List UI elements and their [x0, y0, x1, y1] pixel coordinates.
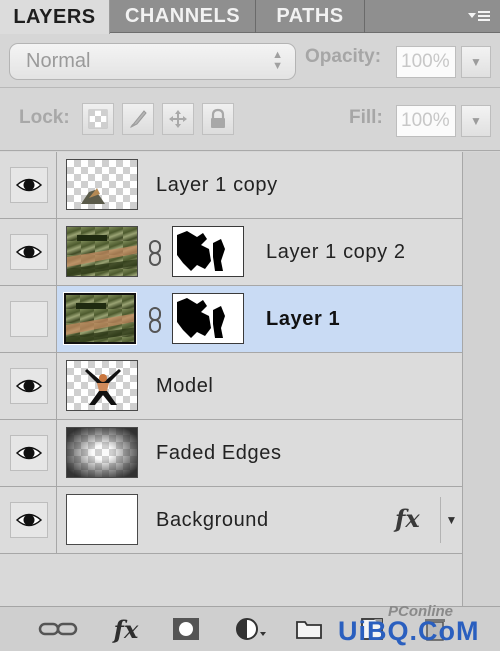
tab-layers[interactable]: LAYERS	[0, 0, 110, 34]
eye-icon	[15, 379, 43, 393]
layer-name[interactable]: Layer 1 copy	[156, 174, 278, 197]
layer-row-layer-1-copy[interactable]: Layer 1 copy	[0, 152, 462, 219]
layer-thumbnail[interactable]	[66, 226, 138, 277]
layer-thumbnail[interactable]	[66, 427, 138, 478]
chevron-down-icon: ▼	[470, 114, 482, 128]
new-group-button[interactable]	[292, 613, 326, 645]
visibility-cell	[0, 487, 57, 553]
lock-all-button[interactable]	[202, 103, 234, 135]
layer-thumbnail[interactable]	[66, 360, 138, 411]
chevron-down-icon: ▼	[470, 55, 482, 69]
chevron-down-icon: ▼	[445, 513, 458, 527]
blend-mode-value: Normal	[26, 50, 91, 72]
layer-thumbnail[interactable]	[66, 494, 138, 545]
eye-icon	[15, 446, 43, 460]
layer-name[interactable]: Layer 1	[266, 308, 340, 331]
visibility-cell	[0, 420, 57, 486]
lock-image-pixels-button[interactable]	[122, 103, 154, 135]
layer-mask-thumbnail[interactable]	[172, 293, 244, 344]
layer-style-button[interactable]: fx	[104, 613, 148, 645]
blend-options-row: Normal ▲ ▼ Opacity: 100% ▼	[0, 34, 500, 88]
blend-mode-select[interactable]: Normal ▲ ▼	[9, 43, 296, 80]
visibility-toggle[interactable]	[10, 368, 48, 404]
adjustment-layer-button[interactable]	[230, 613, 272, 645]
lock-transparent-pixels-icon	[88, 109, 108, 129]
visibility-toggle[interactable]	[10, 502, 48, 538]
link-layers-icon	[38, 622, 78, 636]
eye-icon	[15, 178, 43, 192]
updown-arrows-icon: ▲ ▼	[272, 49, 283, 72]
layer-style-icon: fx	[113, 614, 139, 644]
adjustment-layer-icon	[236, 618, 266, 640]
layer-thumbnail[interactable]	[66, 159, 138, 210]
layers-list: Layer 1 copy Layer 1 copy 2 Layer 1 Mode…	[0, 152, 500, 606]
visibility-cell	[0, 286, 57, 352]
layer-row-model[interactable]: Model	[0, 353, 462, 420]
lock-options-row: Lock: Fill: 100% ▼	[0, 89, 500, 151]
effects-expand-toggle[interactable]: ▼	[440, 497, 462, 543]
panel-tab-bar: LAYERS CHANNELS PATHS	[0, 0, 500, 34]
lock-label: Lock:	[19, 107, 70, 128]
opacity-label: Opacity:	[305, 46, 382, 67]
visibility-toggle[interactable]	[10, 301, 48, 337]
eye-icon	[15, 513, 43, 527]
tab-paths[interactable]: PATHS	[256, 0, 365, 33]
layer-row-background[interactable]: Background fx ▼	[0, 487, 462, 554]
new-group-icon	[296, 621, 322, 639]
mask-link-icon[interactable]	[147, 306, 163, 334]
lock-all-icon	[211, 108, 225, 128]
layer-effects-badge[interactable]: fx	[395, 504, 420, 533]
layer-row-faded-edges[interactable]: Faded Edges	[0, 420, 462, 487]
opacity-field[interactable]: 100%	[396, 46, 456, 78]
link-layers-button[interactable]	[36, 613, 80, 645]
visibility-toggle[interactable]	[10, 234, 48, 270]
lock-image-pixels-icon	[130, 110, 147, 128]
layer-mask-thumbnail[interactable]	[172, 226, 244, 277]
visibility-cell	[0, 219, 57, 285]
fill-label: Fill:	[349, 107, 383, 128]
tab-channels[interactable]: CHANNELS	[110, 0, 256, 33]
layer-name[interactable]: Layer 1 copy 2	[266, 241, 406, 264]
layer-row-layer-1-copy-2[interactable]: Layer 1 copy 2	[0, 219, 462, 286]
panel-menu-icon[interactable]	[464, 6, 494, 26]
layer-name[interactable]: Faded Edges	[156, 442, 282, 465]
add-mask-button[interactable]	[168, 613, 204, 645]
layer-thumbnail[interactable]	[63, 292, 137, 345]
visibility-toggle[interactable]	[10, 167, 48, 203]
visibility-cell	[0, 353, 57, 419]
layers-scrollbar[interactable]	[462, 152, 500, 606]
mask-link-icon[interactable]	[147, 239, 163, 267]
add-mask-icon	[173, 618, 199, 640]
fill-field[interactable]: 100%	[396, 105, 456, 137]
lock-transparent-pixels-button[interactable]	[82, 103, 114, 135]
lock-position-icon	[169, 110, 187, 128]
fill-dropdown-button[interactable]: ▼	[461, 105, 491, 137]
visibility-cell	[0, 152, 57, 218]
layer-row-layer-1[interactable]: Layer 1	[0, 286, 462, 353]
layer-name[interactable]: Model	[156, 375, 213, 398]
watermark-uibq: UiBQ.CoM	[338, 616, 480, 646]
layer-name[interactable]: Background	[156, 509, 269, 532]
lock-position-button[interactable]	[162, 103, 194, 135]
opacity-dropdown-button[interactable]: ▼	[461, 46, 491, 78]
visibility-toggle[interactable]	[10, 435, 48, 471]
eye-icon	[15, 245, 43, 259]
